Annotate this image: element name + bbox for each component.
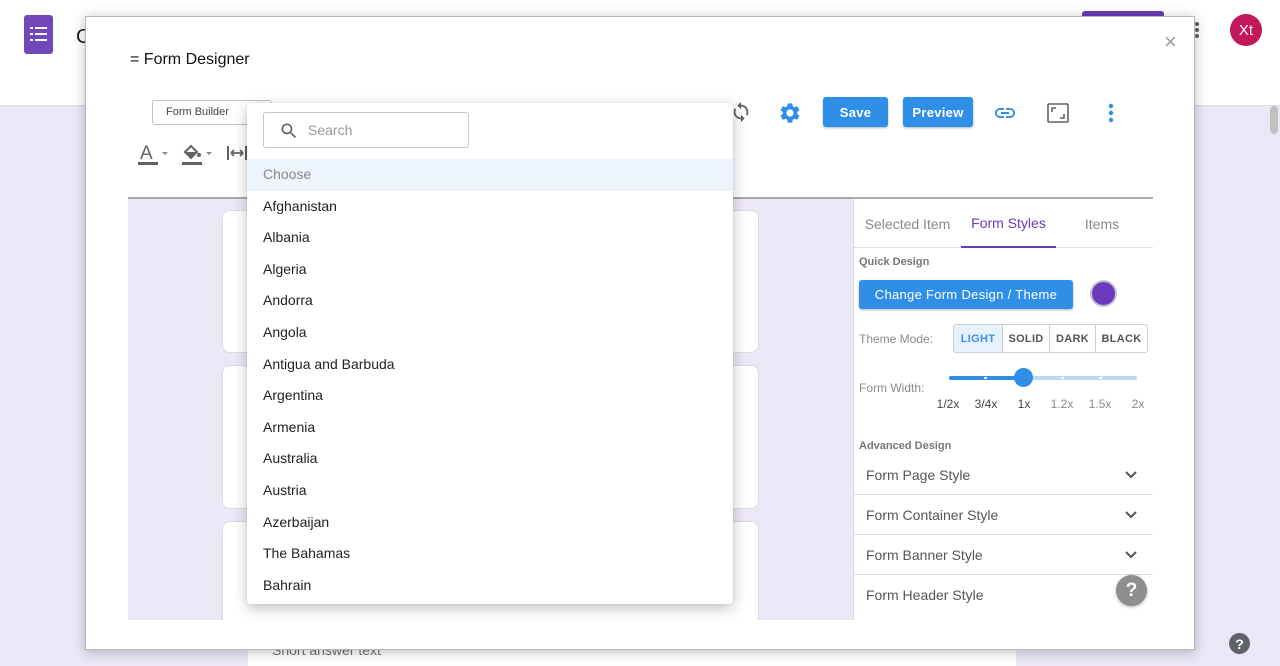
chevron-down-icon	[1125, 471, 1137, 479]
list-item[interactable]: Algeria	[247, 254, 733, 286]
advanced-design-label: Advanced Design	[859, 440, 952, 452]
panel-tabs: Selected Item Form Styles Items	[854, 199, 1153, 248]
theme-mode-black[interactable]: BLACK	[1096, 325, 1147, 352]
width-icon[interactable]	[226, 144, 248, 162]
svg-text:A: A	[140, 143, 153, 164]
tab-selected-item[interactable]: Selected Item	[854, 199, 961, 248]
theme-mode-light[interactable]: LIGHT	[954, 325, 1003, 352]
theme-color-swatch[interactable]	[1090, 280, 1117, 307]
accordion-label: Form Banner Style	[866, 547, 983, 563]
refresh-icon[interactable]	[730, 101, 752, 123]
list-item[interactable]: Andorra	[247, 285, 733, 317]
form-width-label: Form Width:	[859, 381, 925, 395]
dropdown-search-input[interactable]	[308, 121, 458, 139]
width-option[interactable]: 1.2x	[1051, 397, 1074, 411]
country-dropdown: Choose Afghanistan Albania Algeria Andor…	[247, 103, 733, 604]
slider-tick	[984, 377, 987, 379]
chevron-down-icon	[1125, 511, 1137, 519]
list-item[interactable]: The Bahamas	[247, 538, 733, 570]
close-icon[interactable]: ×	[1164, 29, 1177, 55]
link-icon[interactable]	[993, 101, 1017, 125]
change-theme-button[interactable]: Change Form Design / Theme	[859, 280, 1073, 309]
page-scrollbar[interactable]	[1270, 106, 1278, 134]
slider-tick	[1099, 377, 1102, 379]
width-option[interactable]: 1x	[1018, 397, 1031, 411]
list-item[interactable]: Azerbaijan	[247, 507, 733, 539]
preview-button[interactable]: Preview	[903, 97, 973, 127]
style-panel: Selected Item Form Styles Items Quick De…	[853, 197, 1153, 620]
list-item[interactable]: Argentina	[247, 380, 733, 412]
list-item[interactable]: Afghanistan	[247, 191, 733, 223]
list-item[interactable]: Antigua and Barbuda	[247, 349, 733, 381]
form-page-style-accordion[interactable]: Form Page Style	[854, 455, 1153, 495]
search-icon	[281, 123, 297, 139]
width-option[interactable]: 2x	[1132, 397, 1145, 411]
fullscreen-icon[interactable]	[1046, 102, 1070, 124]
accordion-label: Form Container Style	[866, 507, 999, 523]
tab-items[interactable]: Items	[1056, 199, 1148, 248]
dropdown-options-list: Choose Afghanistan Albania Algeria Andor…	[247, 159, 733, 601]
form-banner-style-accordion[interactable]: Form Banner Style	[854, 535, 1153, 575]
accordion-label: Form Page Style	[866, 467, 971, 483]
google-forms-logo-icon[interactable]	[24, 15, 53, 54]
tab-form-styles[interactable]: Form Styles	[961, 199, 1056, 248]
list-item[interactable]: Armenia	[247, 412, 733, 444]
list-item[interactable]: Australia	[247, 443, 733, 475]
list-item[interactable]: Albania	[247, 222, 733, 254]
theme-mode-toggle: LIGHT SOLID DARK BLACK	[953, 324, 1148, 353]
theme-mode-solid[interactable]: SOLID	[1003, 325, 1050, 352]
accordion-label: Form Header Style	[866, 587, 984, 603]
background-help-icon[interactable]: ?	[1229, 633, 1250, 654]
width-option[interactable]: 1.5x	[1089, 397, 1112, 411]
fill-color-icon[interactable]	[182, 142, 218, 166]
help-icon[interactable]: ?	[1116, 575, 1147, 606]
theme-mode-dark[interactable]: DARK	[1050, 325, 1096, 352]
form-header-style-accordion[interactable]: Form Header Style	[854, 575, 1153, 615]
form-container-style-accordion[interactable]: Form Container Style	[854, 495, 1153, 535]
quick-design-label: Quick Design	[859, 256, 930, 268]
width-option[interactable]: 1/2x	[937, 397, 960, 411]
chevron-down-icon	[1125, 551, 1137, 559]
modal-title: = Form Designer	[130, 51, 250, 68]
list-item[interactable]: Bahrain	[247, 570, 733, 602]
save-button[interactable]: Save	[823, 97, 888, 127]
form-width-slider-thumb[interactable]	[1014, 368, 1033, 387]
user-avatar[interactable]: Xt	[1230, 14, 1262, 46]
dropdown-search-box[interactable]	[263, 112, 469, 148]
text-color-icon[interactable]: A	[138, 142, 174, 166]
slider-tick	[1061, 377, 1064, 379]
more-options-icon[interactable]	[1106, 102, 1116, 124]
width-option[interactable]: 3/4x	[975, 397, 998, 411]
settings-gear-icon[interactable]	[778, 101, 802, 125]
list-item[interactable]: Angola	[247, 317, 733, 349]
list-item[interactable]: Austria	[247, 475, 733, 507]
option-choose[interactable]: Choose	[247, 159, 733, 191]
theme-mode-label: Theme Mode:	[859, 332, 934, 346]
